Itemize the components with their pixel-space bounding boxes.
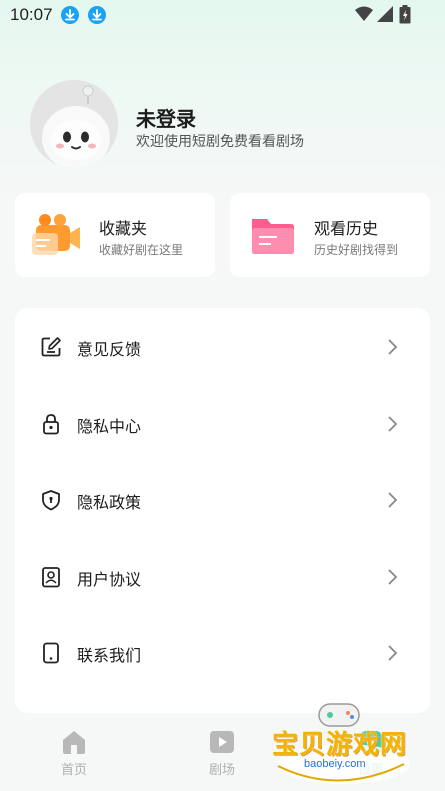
wifi-icon [355, 6, 373, 21]
nav-home[interactable]: 首页 [44, 728, 104, 783]
download-icon [88, 6, 106, 24]
history-title: 观看历史 [314, 219, 379, 238]
watermark-text: 宝贝游戏网 [272, 730, 408, 760]
signal-icon [377, 6, 393, 22]
menu-item-user-agreement[interactable]: 用户协议 [15, 547, 430, 607]
favorites-title: 收藏夹 [99, 219, 148, 238]
user-agreement-icon [42, 567, 60, 588]
feedback-edit-icon [41, 337, 61, 357]
menu-item-feedback[interactable]: 意见反馈 [15, 317, 430, 377]
chevron-right-icon [388, 645, 398, 661]
nav-theater[interactable]: 剧场 [192, 728, 252, 783]
nav-label: 剧场 [208, 763, 235, 778]
chevron-right-icon [388, 492, 398, 508]
username[interactable]: 未登录 [136, 103, 196, 132]
menu-label: 隐私中心 [77, 417, 142, 436]
chevron-right-icon [388, 569, 398, 585]
play-icon [210, 731, 234, 753]
menu-label: 用户协议 [77, 570, 142, 589]
menu-label: 联系我们 [77, 646, 142, 665]
history-card[interactable]: 观看历史 历史好剧找得到 [230, 193, 430, 277]
menu-item-privacy-center[interactable]: 隐私中心 [15, 394, 430, 454]
status-bar: 10:07 [0, 0, 445, 32]
menu-item-privacy-policy[interactable]: 隐私政策 [15, 470, 430, 530]
home-icon [63, 731, 85, 754]
chevron-right-icon [388, 339, 398, 355]
settings-menu: 意见反馈 隐私中心 隐私政策 用户协议 联系我们 [15, 308, 430, 713]
robot-avatar-icon [30, 80, 118, 168]
menu-label: 隐私政策 [77, 493, 142, 512]
menu-label: 意见反馈 [77, 340, 142, 359]
status-time: 10:07 [10, 5, 53, 24]
video-camera-icon [32, 214, 80, 255]
menu-item-contact-us[interactable]: 联系我们 [15, 623, 430, 683]
lock-icon [43, 414, 59, 435]
watermark-url: baobeiy.com [304, 758, 366, 770]
battery-icon [399, 5, 411, 24]
nav-label: 首页 [60, 763, 87, 778]
folder-icon [252, 219, 294, 254]
favorites-card[interactable]: 收藏夹 收藏好剧在这里 [15, 193, 215, 277]
profile-tagline: 欢迎使用短剧免费看看剧场 [136, 134, 304, 150]
chevron-right-icon [388, 416, 398, 432]
shield-icon [42, 490, 60, 511]
history-subtitle: 历史好剧找得到 [314, 243, 399, 257]
favorites-subtitle: 收藏好剧在这里 [99, 243, 184, 257]
download-icon [61, 6, 79, 24]
avatar[interactable] [30, 80, 118, 168]
watermark: 宝贝游戏网 baobeiy.com [264, 700, 414, 788]
phone-icon [43, 642, 59, 664]
